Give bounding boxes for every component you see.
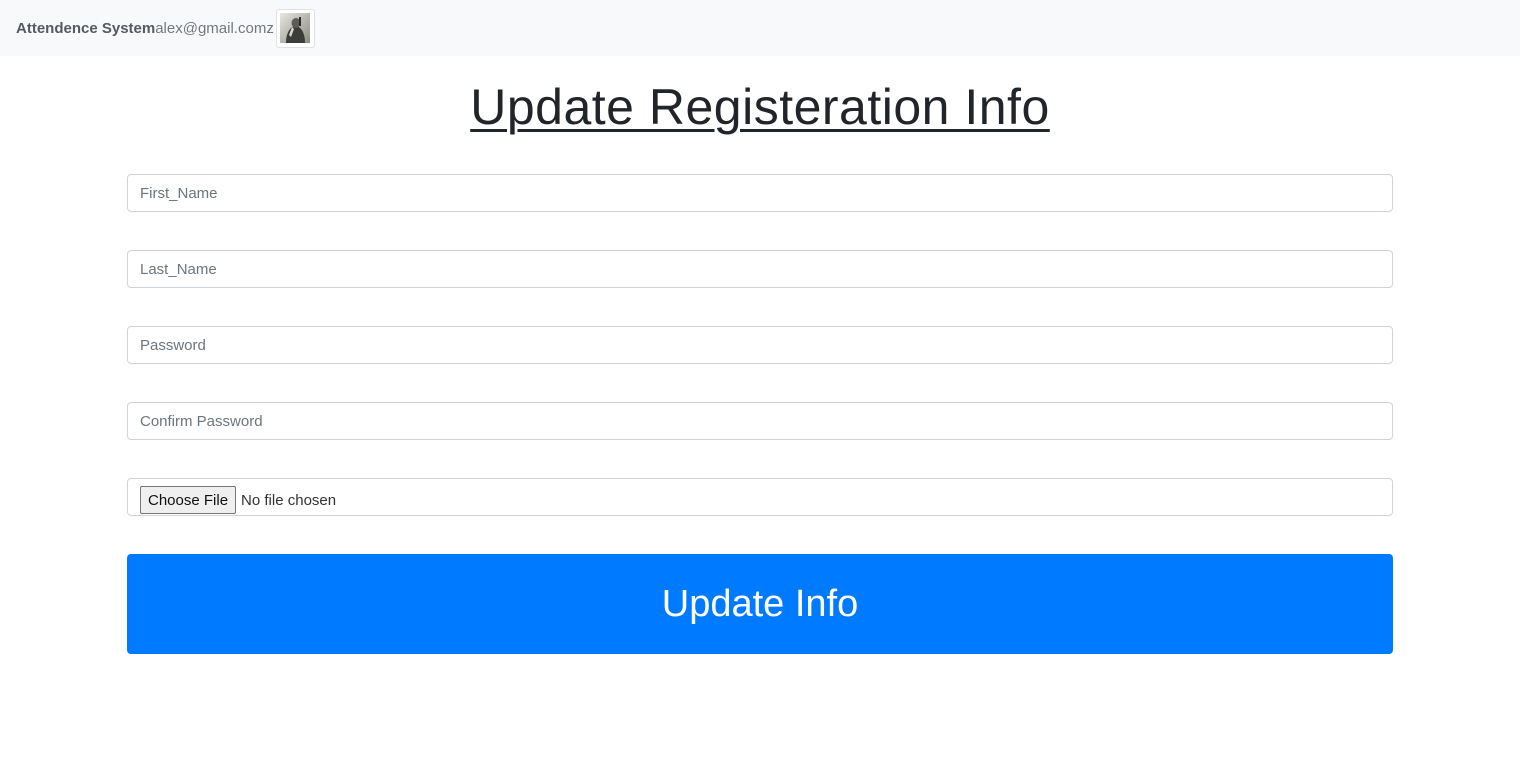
file-upload-field[interactable]: Choose File No file chosen xyxy=(127,478,1393,516)
user-email[interactable]: alex@gmail.comz xyxy=(155,20,274,37)
avatar[interactable] xyxy=(275,8,315,48)
choose-file-button[interactable]: Choose File xyxy=(140,486,237,514)
navbar-brand[interactable]: Attendence System xyxy=(16,20,155,37)
confirm-password-input[interactable] xyxy=(127,402,1393,440)
page-title: Update Registeration Info xyxy=(470,79,1050,135)
first-name-input[interactable] xyxy=(127,174,1393,212)
update-info-button[interactable]: Update Info xyxy=(127,554,1393,654)
last-name-input[interactable] xyxy=(127,250,1393,288)
file-status-text: No file chosen xyxy=(241,491,337,509)
password-input[interactable] xyxy=(127,326,1393,364)
user-avatar-icon xyxy=(280,13,311,43)
navbar: Attendence System alex@gmail.comz xyxy=(0,0,1520,56)
